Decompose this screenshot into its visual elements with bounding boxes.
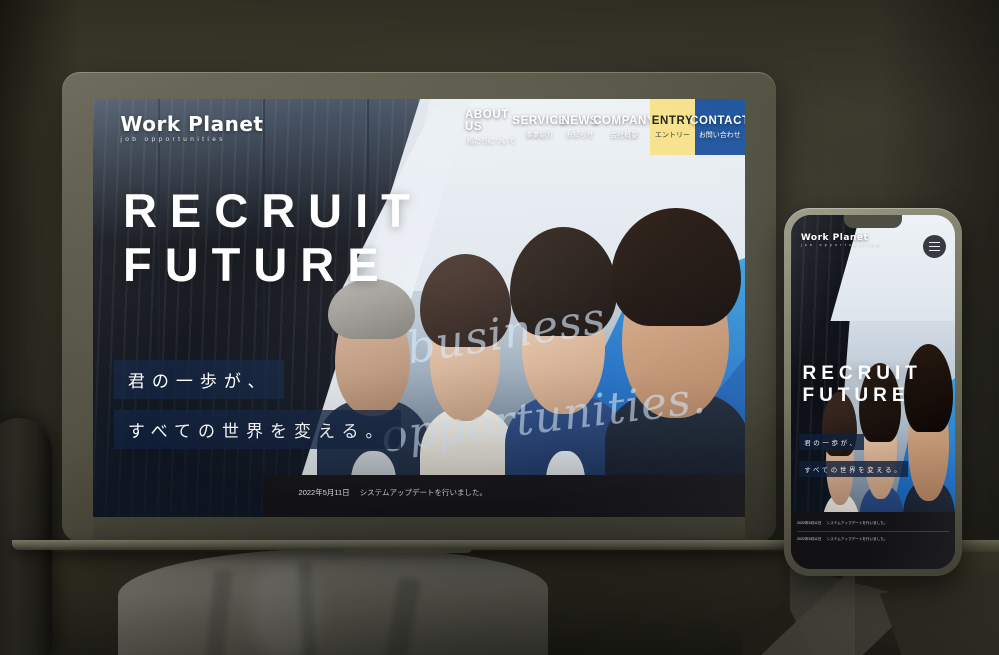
mockup-scene: business opportunities. Work Planet job … [0, 0, 999, 655]
scene-vignette [0, 0, 999, 655]
phone-notch [844, 215, 902, 228]
hamburger-icon[interactable] [923, 235, 946, 258]
